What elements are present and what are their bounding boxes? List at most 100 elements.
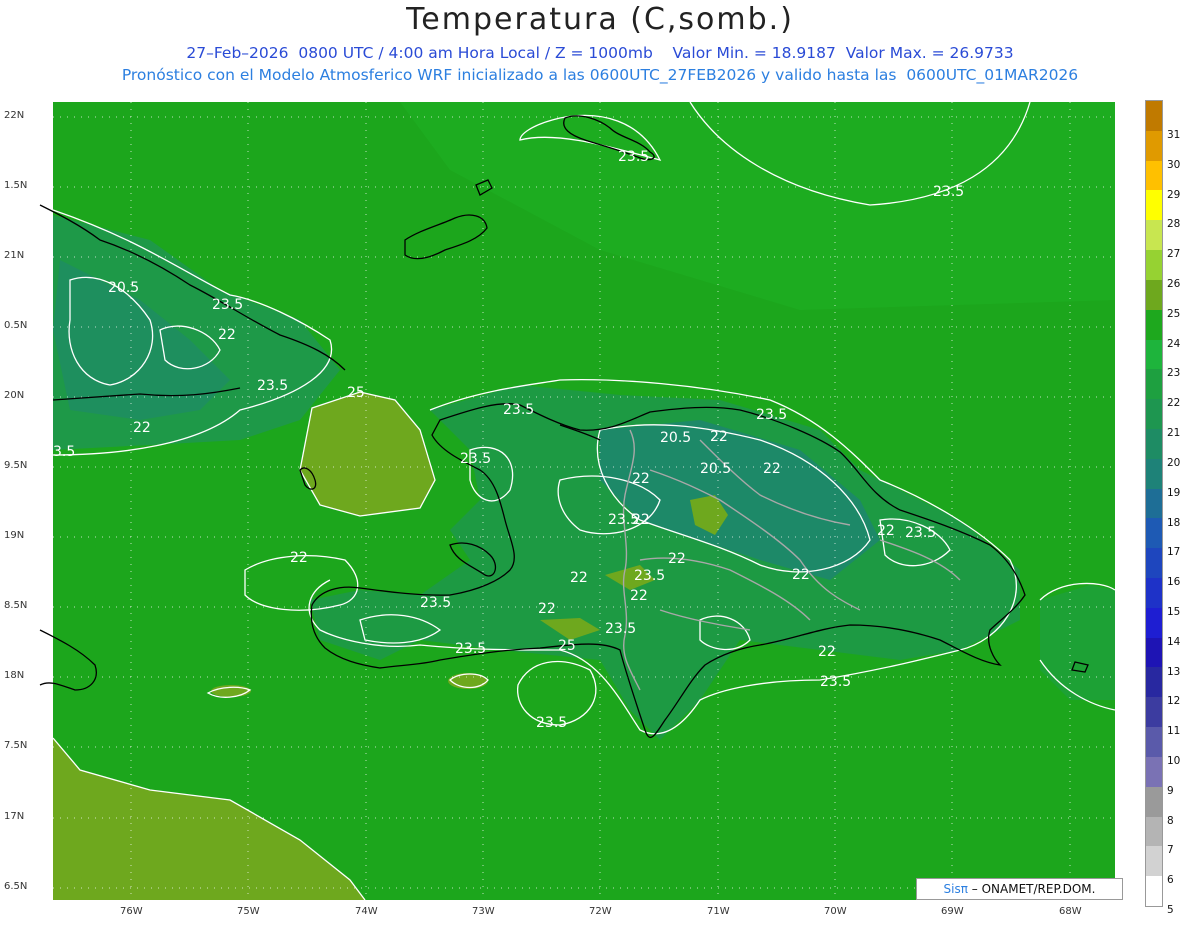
contour-label: 23.5: [420, 595, 451, 611]
colorbar-label: 21: [1167, 427, 1181, 440]
colorbar-swatch: [1146, 667, 1162, 698]
colorbar-label: 17: [1167, 546, 1181, 559]
colorbar-swatch: [1146, 846, 1162, 877]
contour-label: 25: [347, 385, 365, 401]
lat-label: 21N: [4, 250, 25, 261]
colorbar-swatch: [1146, 279, 1162, 310]
contour-label: 23.5: [618, 149, 649, 165]
contour-label: 23.5: [503, 402, 534, 418]
colorbar-label: 18: [1167, 516, 1181, 529]
lat-label: 7.5N: [4, 740, 28, 751]
contour-label: 22: [877, 523, 895, 539]
colorbar-swatch: [1146, 130, 1162, 161]
credit-text: – ONAMET/REP.DOM.: [967, 882, 1096, 896]
lat-label: 0.5N: [4, 320, 28, 331]
contour-label: 23.5: [905, 525, 936, 541]
colorbar-swatch: [1146, 428, 1162, 459]
lon-label: 72W: [589, 906, 612, 917]
contour-label: 22: [290, 550, 308, 566]
colorbar-label: 28: [1167, 218, 1181, 231]
colorbar-label: 8: [1167, 814, 1174, 827]
lon-label: 73W: [472, 906, 495, 917]
lon-label: 71W: [707, 906, 730, 917]
colorbar-swatch: [1146, 458, 1162, 489]
colorbar-swatch: [1146, 220, 1162, 251]
contour-label: 23.5: [212, 297, 243, 313]
contour-label: 20.5: [108, 280, 139, 296]
contour-label: 20.5: [660, 430, 691, 446]
colorbar-swatch: [1146, 816, 1162, 847]
colorbar-label: 16: [1167, 576, 1181, 589]
colorbar-label: 26: [1167, 277, 1181, 290]
colorbar-swatch: [1146, 369, 1162, 400]
colorbar-label: 15: [1167, 605, 1181, 618]
colorbar-label: 5: [1167, 904, 1174, 917]
colorbar-label: 27: [1167, 248, 1181, 261]
colorbar-label: 12: [1167, 695, 1181, 708]
contour-label: 22: [538, 601, 556, 617]
colorbar-swatch: [1146, 339, 1162, 370]
colorbar-swatch: [1146, 488, 1162, 519]
lat-label: 8.5N: [4, 600, 28, 611]
contour-label: 23.5: [756, 407, 787, 423]
colorbar-label: 13: [1167, 665, 1181, 678]
lat-label: 17N: [4, 811, 25, 822]
credit-brand: Sisπ: [943, 882, 968, 896]
lon-label: 75W: [237, 906, 260, 917]
colorbar-swatch: [1146, 756, 1162, 787]
lon-label: 70W: [824, 906, 847, 917]
contour-label: 22: [818, 644, 836, 660]
colorbar-label: 20: [1167, 456, 1181, 469]
contour-label: 3.5: [53, 444, 75, 460]
colorbar-label: 14: [1167, 635, 1181, 648]
contour-label: 23.5: [634, 568, 665, 584]
contour-label: 23.5: [536, 715, 567, 731]
colorbar-label: 23: [1167, 367, 1181, 380]
colorbar-label: 24: [1167, 337, 1181, 350]
colorbar-label: 9: [1167, 784, 1174, 797]
colorbar-label: 22: [1167, 397, 1181, 410]
contour-label: 23.5: [257, 378, 288, 394]
contour-label: 23.5: [933, 184, 964, 200]
colorbar: [1145, 100, 1163, 907]
contour-label: 22: [710, 429, 728, 445]
colorbar-swatch: [1146, 309, 1162, 340]
colorbar-swatch: [1146, 518, 1162, 549]
lat-label: 20N: [4, 390, 25, 401]
contour-label: 23.5: [605, 621, 636, 637]
colorbar-swatch: [1146, 727, 1162, 757]
colorbar-label: 31: [1167, 128, 1181, 141]
contour-label: 23.5: [460, 451, 491, 467]
lat-label: 9.5N: [4, 460, 28, 471]
contour-label: 22: [668, 551, 686, 567]
contour-label: 22: [763, 461, 781, 477]
contour-label: 22: [133, 420, 151, 436]
colorbar-label: 10: [1167, 755, 1181, 768]
contour-label: 22: [570, 570, 588, 586]
contour-label: 25: [558, 638, 576, 654]
colorbar-swatch: [1146, 578, 1162, 608]
colorbar-swatch: [1146, 637, 1162, 668]
contour-label: 23.5: [608, 512, 639, 528]
credit-box: Sisπ – ONAMET/REP.DOM.: [916, 878, 1123, 900]
contour-label: 22: [632, 471, 650, 487]
lon-label: 69W: [941, 906, 964, 917]
colorbar-label: 6: [1167, 874, 1174, 887]
contour-label: 20.5: [700, 461, 731, 477]
lon-label: 74W: [355, 906, 378, 917]
colorbar-swatch: [1146, 876, 1162, 906]
colorbar-swatch: [1146, 101, 1162, 131]
colorbar-swatch: [1146, 190, 1162, 221]
colorbar-label: 11: [1167, 725, 1181, 738]
contour-label: 22: [630, 588, 648, 604]
colorbar-swatch: [1146, 697, 1162, 728]
lat-label: 6.5N: [4, 881, 28, 892]
lon-label: 68W: [1059, 906, 1082, 917]
colorbar-swatch: [1146, 786, 1162, 817]
contour-label: 23.5: [820, 674, 851, 690]
lat-label: 1.5N: [4, 180, 28, 191]
colorbar-label: 25: [1167, 307, 1181, 320]
colorbar-swatch: [1146, 548, 1162, 578]
colorbar-swatch: [1146, 607, 1162, 638]
lon-label: 76W: [120, 906, 143, 917]
